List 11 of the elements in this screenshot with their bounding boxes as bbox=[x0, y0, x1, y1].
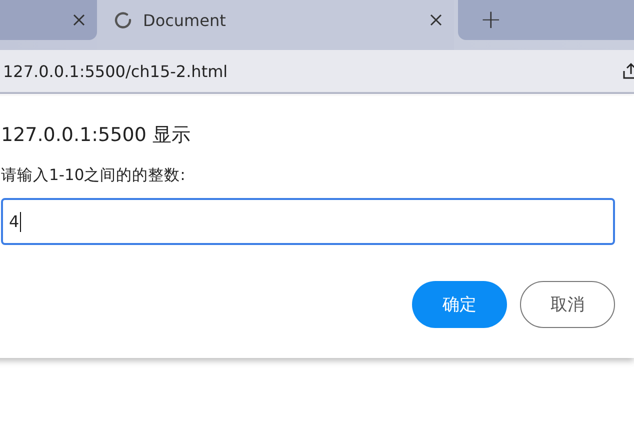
tab-title: Document bbox=[143, 10, 227, 30]
cancel-button[interactable]: 取消 bbox=[520, 281, 615, 328]
dialog-message: 请输入1-10之间的的整数: bbox=[1, 165, 186, 186]
input-field[interactable]: 4 bbox=[1, 198, 615, 245]
new-tab-button[interactable]: + bbox=[476, 7, 506, 33]
dialog-title: 127.0.0.1:5500 显示 bbox=[1, 123, 192, 148]
address-bar[interactable]: 127.0.0.1:5500/ch15-2.html bbox=[0, 50, 634, 94]
loading-spinner-icon bbox=[113, 10, 133, 30]
close-icon[interactable] bbox=[73, 14, 85, 26]
close-icon[interactable] bbox=[430, 14, 442, 26]
url-text: 127.0.0.1:5500/ch15-2.html bbox=[3, 62, 229, 80]
